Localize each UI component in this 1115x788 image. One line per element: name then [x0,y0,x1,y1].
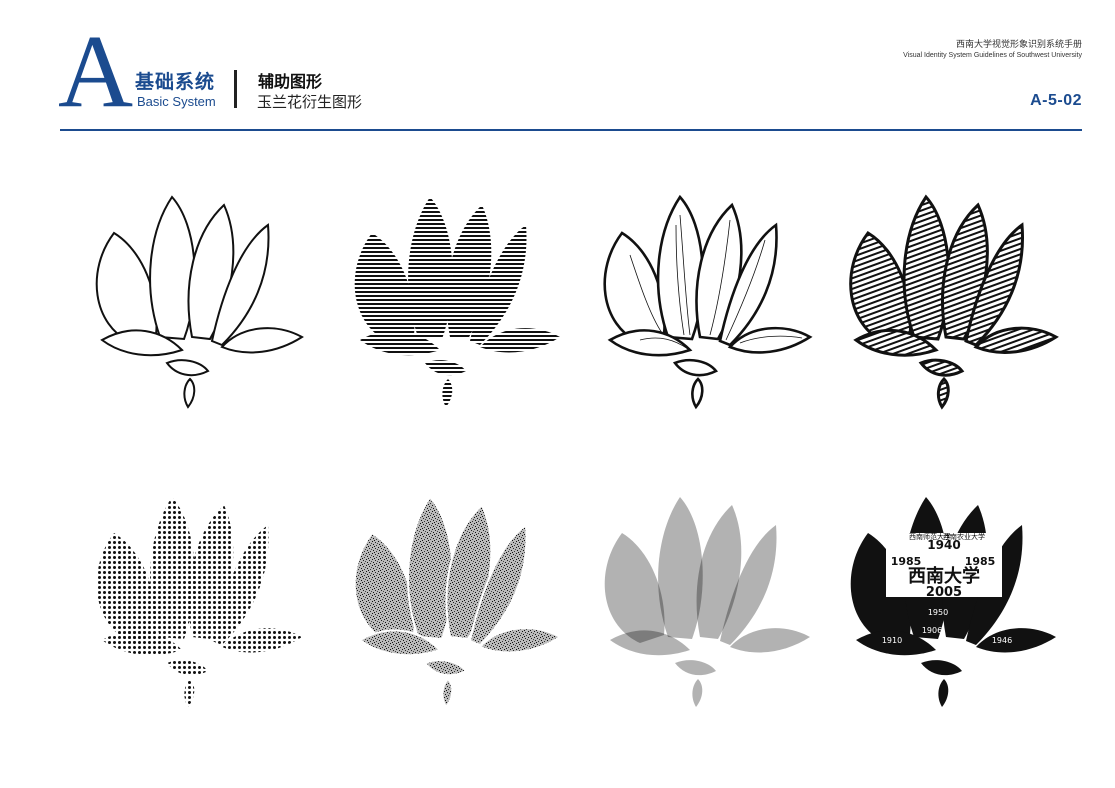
page-header: A 基础系统 Basic System 辅助图形 玉兰花衍生图形 西南大学视觉形… [0,0,1115,135]
header-divider [234,70,237,108]
header-rule [60,129,1082,131]
magnolia-overlay-icon [580,475,820,715]
magnolia-lines-icon [330,175,570,415]
magnolia-outline-icon [72,175,312,415]
magnolia-halftone-icon [72,475,312,715]
manual-title-en: Visual Identity System Guidelines of Sou… [903,52,1082,59]
magnolia-grain-icon [330,475,570,715]
magnolia-typography-icon: 1940 1985 1985 西南大学 2005 1950 1932 1906 … [826,475,1066,715]
collage-phrase: 西南师范大学 [909,532,951,541]
magnolia-engraving-icon [580,175,820,415]
magnolia-striped-icon [826,175,1066,415]
collage-big-text: 西南大学 [908,565,980,587]
section-title: 辅助图形 [258,72,323,91]
collage-year: 1932 [1016,610,1036,619]
collage-year: 1906 [922,626,942,635]
collage-year: 1946 [992,636,1012,645]
system-title-en: Basic System [137,94,216,109]
collage-year: 1950 [928,608,948,617]
page-code: A-5-02 [1030,92,1082,109]
system-title-cn: 基础系统 [135,71,216,93]
collage-year: 1910 [882,636,902,645]
collage-main-year: 2005 [926,585,962,600]
manual-title-cn: 西南大学视觉形象识别系统手册 [955,40,1082,50]
section-subtitle: 玉兰花衍生图形 [257,93,363,111]
section-letter: A [58,14,134,129]
